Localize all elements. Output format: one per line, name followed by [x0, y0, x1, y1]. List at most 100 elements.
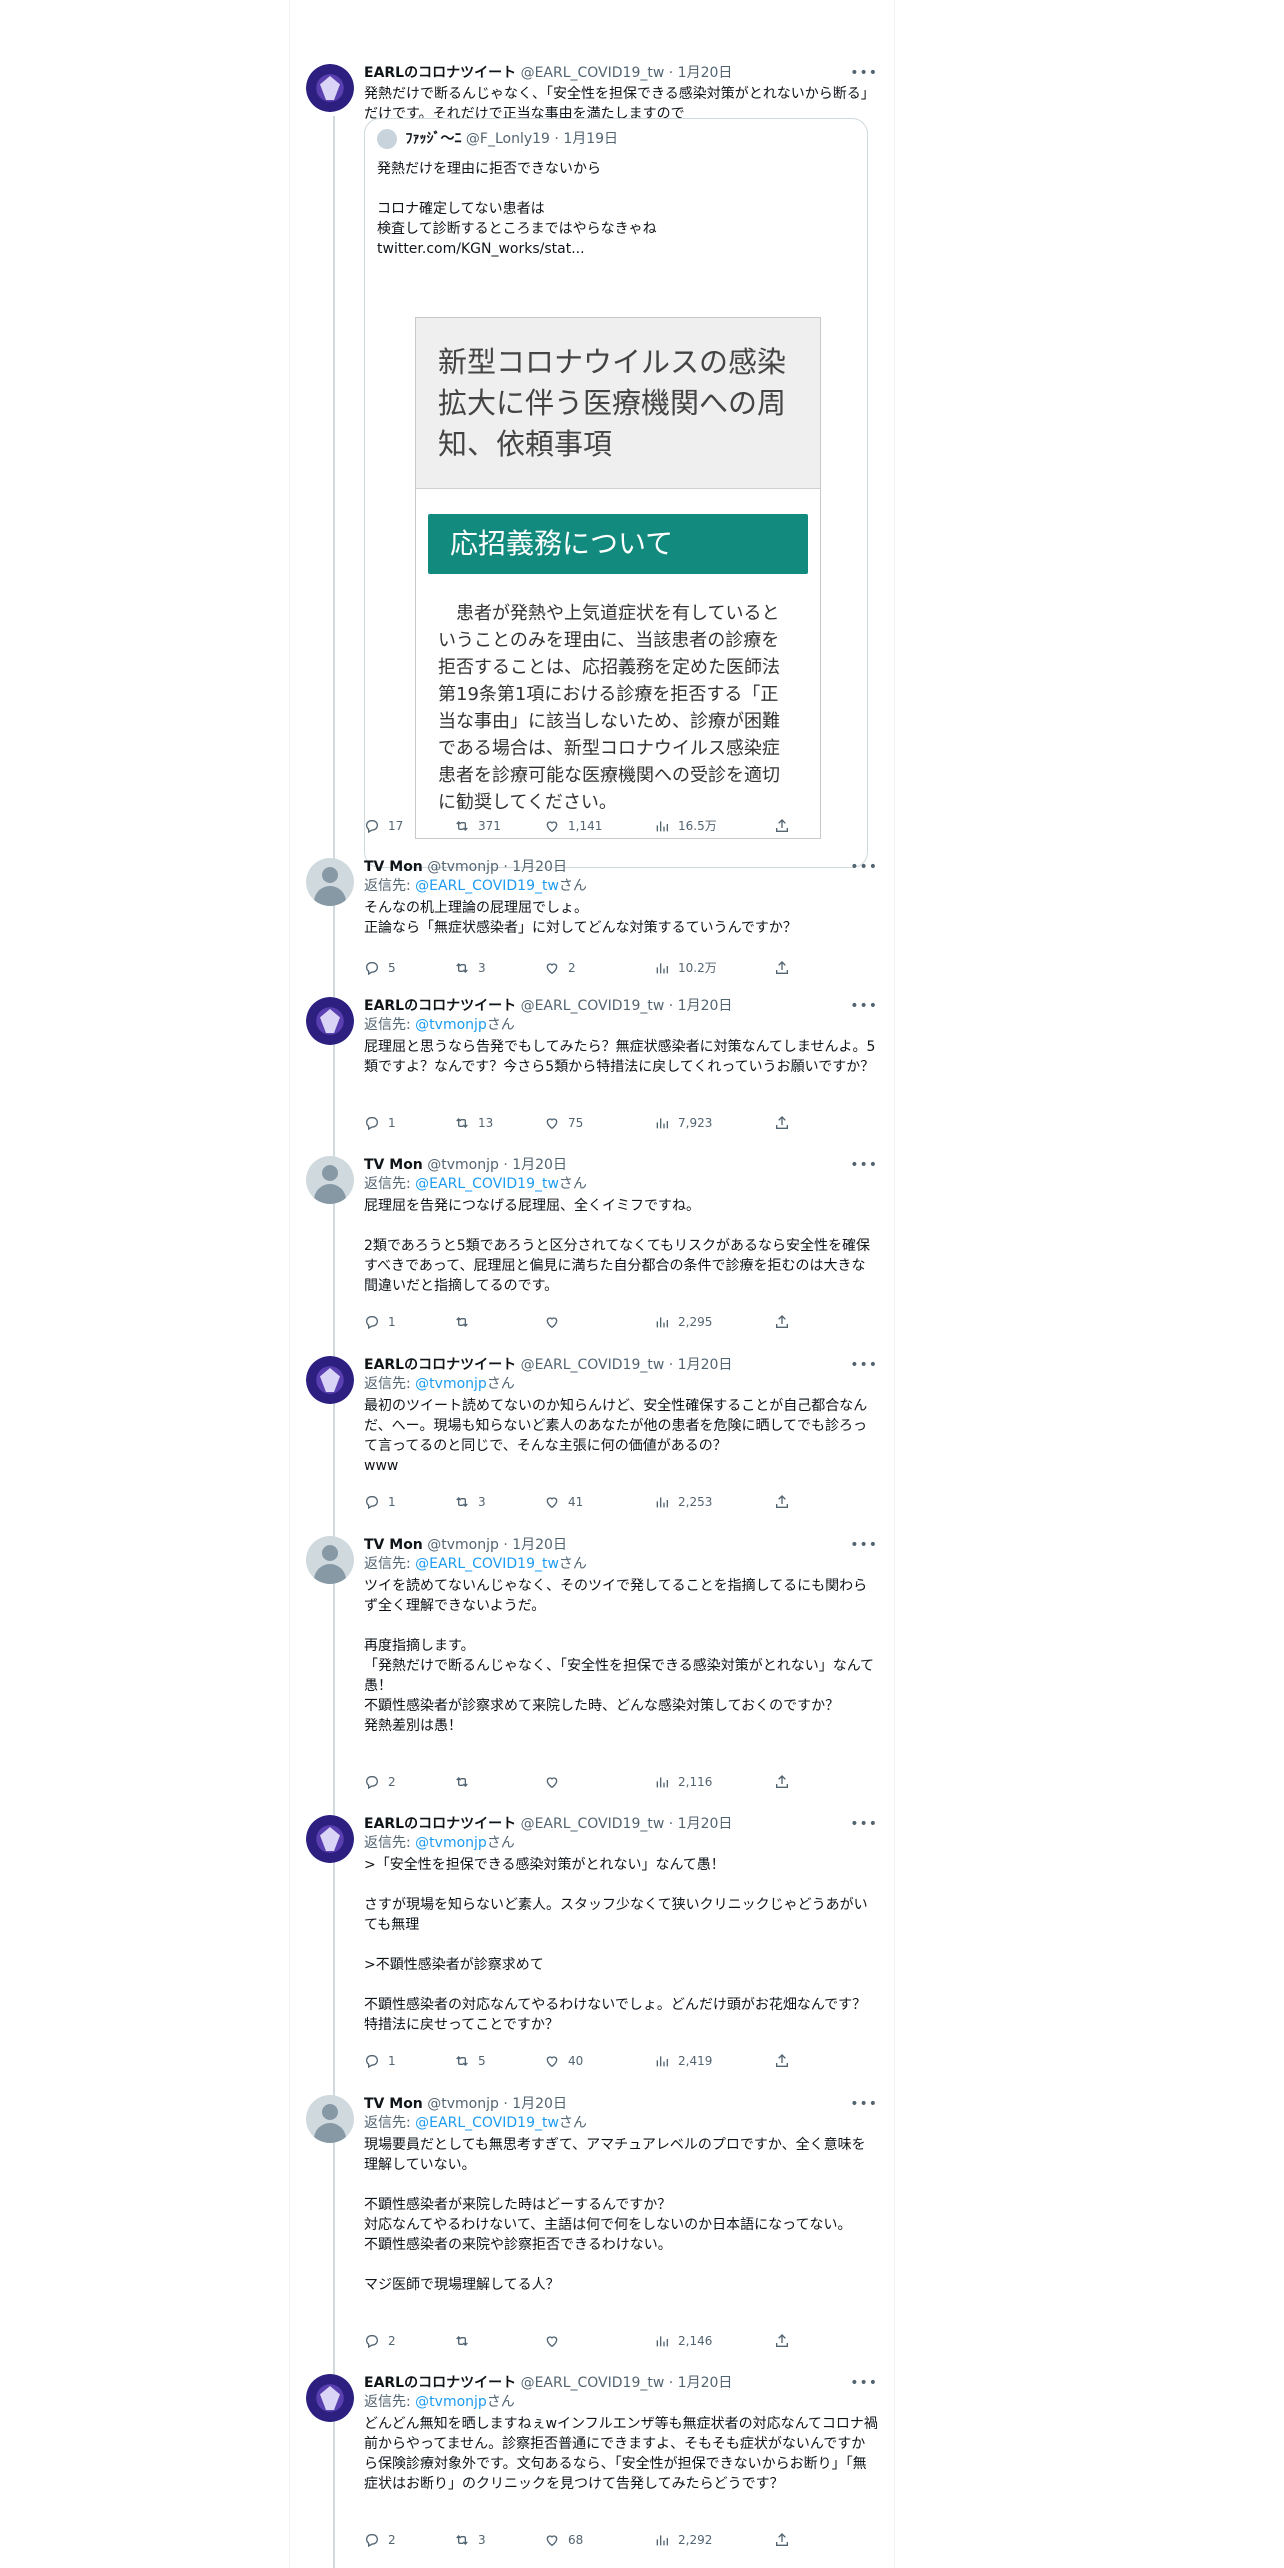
like-button[interactable]: 75 — [544, 1113, 583, 1133]
reply-button[interactable]: 5 — [364, 958, 396, 978]
like-button[interactable] — [544, 1772, 568, 1792]
handle[interactable]: @tvmonjp — [427, 2096, 499, 2112]
more-icon[interactable]: ••• — [850, 997, 878, 1015]
reply-button[interactable]: 1 — [364, 1312, 396, 1332]
more-icon[interactable]: ••• — [850, 64, 878, 82]
display-name[interactable]: EARLのコロナツイート — [364, 2375, 516, 2391]
tv-avatar[interactable] — [306, 2095, 354, 2143]
reply-mention[interactable]: @EARL_COVID19_tw — [415, 878, 559, 894]
reply-mention[interactable]: @tvmonjp — [415, 1017, 487, 1033]
like-button[interactable]: 1,141 — [544, 816, 602, 836]
quote-tweet[interactable]: ﾌｧｯｼﾞ～ﾆ @F_Lonly19 · 1月19日 発熱だけを理由に拒否できな… — [364, 118, 868, 868]
tweet[interactable]: EARLのコロナツイート @EARL_COVID19_tw · 1月20日 ••… — [290, 64, 894, 868]
timestamp[interactable]: 1月20日 — [512, 2096, 567, 2112]
share-button[interactable] — [774, 2051, 798, 2071]
share-button[interactable] — [774, 2331, 798, 2351]
handle[interactable]: @EARL_COVID19_tw — [521, 1816, 665, 1832]
reply-button[interactable]: 2 — [364, 2331, 396, 2351]
retweet-button[interactable]: 371 — [454, 816, 501, 836]
tv-avatar[interactable] — [306, 1156, 354, 1204]
tweet[interactable]: EARLのコロナツイート @EARL_COVID19_tw · 1月20日 ••… — [290, 997, 894, 1147]
earl-avatar[interactable] — [306, 64, 354, 112]
timestamp[interactable]: 1月20日 — [678, 998, 733, 1014]
retweet-button[interactable]: 5 — [454, 2051, 486, 2071]
share-button[interactable] — [774, 816, 798, 836]
retweet-button[interactable]: 13 — [454, 1113, 493, 1133]
reply-button[interactable]: 1 — [364, 1113, 396, 1133]
share-button[interactable] — [774, 958, 798, 978]
earl-avatar[interactable] — [306, 1356, 354, 1404]
earl-avatar[interactable] — [306, 2374, 354, 2422]
display-name[interactable]: TV Mon — [364, 1157, 423, 1173]
tweet[interactable]: EARLのコロナツイート @EARL_COVID19_tw · 1月20日 ••… — [290, 2374, 894, 2564]
tweet[interactable]: EARLのコロナツイート @EARL_COVID19_tw · 1月20日 ••… — [290, 1356, 894, 1526]
handle[interactable]: @EARL_COVID19_tw — [521, 998, 665, 1014]
reply-mention[interactable]: @tvmonjp — [415, 1835, 487, 1851]
attached-image[interactable]: 新型コロナウイルスの感染拡大に伴う医療機関への周知、依頼事項 応招義務について … — [415, 317, 821, 839]
like-button[interactable]: 68 — [544, 2530, 583, 2550]
share-button[interactable] — [774, 1113, 798, 1133]
views-button[interactable]: 2,253 — [654, 1492, 712, 1512]
more-icon[interactable]: ••• — [850, 1815, 878, 1833]
views-button[interactable]: 2,146 — [654, 2331, 712, 2351]
like-button[interactable] — [544, 2331, 568, 2351]
tv-avatar[interactable] — [306, 858, 354, 906]
timestamp[interactable]: 1月20日 — [678, 1357, 733, 1373]
like-button[interactable]: 41 — [544, 1492, 583, 1512]
reply-mention[interactable]: @tvmonjp — [415, 1376, 487, 1392]
handle[interactable]: @tvmonjp — [427, 1157, 499, 1173]
timestamp[interactable]: 1月20日 — [678, 1816, 733, 1832]
handle[interactable]: @tvmonjp — [427, 1537, 499, 1553]
timestamp[interactable]: 1月20日 — [512, 1157, 567, 1173]
display-name[interactable]: EARLのコロナツイート — [364, 998, 516, 1014]
tweet[interactable]: EARLのコロナツイート @EARL_COVID19_tw · 1月20日 ••… — [290, 1815, 894, 2075]
retweet-button[interactable]: 3 — [454, 958, 486, 978]
views-button[interactable]: 2,295 — [654, 1312, 712, 1332]
timestamp[interactable]: 1月20日 — [512, 859, 567, 875]
retweet-button[interactable]: 3 — [454, 1492, 486, 1512]
retweet-button[interactable] — [454, 2331, 478, 2351]
tv-avatar[interactable] — [306, 1536, 354, 1584]
views-button[interactable]: 2,292 — [654, 2530, 712, 2550]
reply-button[interactable]: 1 — [364, 1492, 396, 1512]
display-name[interactable]: EARLのコロナツイート — [364, 65, 516, 81]
reply-button[interactable]: 17 — [364, 816, 403, 836]
views-button[interactable]: 16.5万 — [654, 816, 717, 836]
like-button[interactable]: 40 — [544, 2051, 583, 2071]
reply-mention[interactable]: @EARL_COVID19_tw — [415, 2115, 559, 2131]
like-button[interactable] — [544, 1312, 568, 1332]
display-name[interactable]: TV Mon — [364, 859, 423, 875]
handle[interactable]: @EARL_COVID19_tw — [521, 2375, 665, 2391]
views-button[interactable]: 2,419 — [654, 2051, 712, 2071]
more-icon[interactable]: ••• — [850, 1356, 878, 1374]
retweet-button[interactable] — [454, 1772, 478, 1792]
retweet-button[interactable] — [454, 1312, 478, 1332]
timestamp[interactable]: 1月20日 — [678, 65, 733, 81]
earl-avatar[interactable] — [306, 997, 354, 1045]
timestamp[interactable]: 1月20日 — [512, 1537, 567, 1553]
retweet-button[interactable]: 3 — [454, 2530, 486, 2550]
more-icon[interactable]: ••• — [850, 2374, 878, 2392]
tweet[interactable]: TV Mon @tvmonjp · 1月20日 ••• 返信先: @EARL_C… — [290, 1156, 894, 1336]
more-icon[interactable]: ••• — [850, 1156, 878, 1174]
views-button[interactable]: 7,923 — [654, 1113, 712, 1133]
reply-button[interactable]: 2 — [364, 2530, 396, 2550]
tweet[interactable]: TV Mon @tvmonjp · 1月20日 ••• 返信先: @EARL_C… — [290, 1536, 894, 1796]
earl-avatar[interactable] — [306, 1815, 354, 1863]
share-button[interactable] — [774, 1312, 798, 1332]
share-button[interactable] — [774, 1772, 798, 1792]
views-button[interactable]: 10.2万 — [654, 958, 717, 978]
reply-button[interactable]: 2 — [364, 1772, 396, 1792]
reply-mention[interactable]: @EARL_COVID19_tw — [415, 1556, 559, 1572]
more-icon[interactable]: ••• — [850, 2095, 878, 2113]
display-name[interactable]: EARLのコロナツイート — [364, 1357, 516, 1373]
tweet[interactable]: TV Mon @tvmonjp · 1月20日 ••• 返信先: @EARL_C… — [290, 2095, 894, 2355]
like-button[interactable]: 2 — [544, 958, 576, 978]
tweet[interactable]: TV Mon @tvmonjp · 1月20日 ••• 返信先: @EARL_C… — [290, 858, 894, 988]
handle[interactable]: @EARL_COVID19_tw — [521, 1357, 665, 1373]
timestamp[interactable]: 1月20日 — [678, 2375, 733, 2391]
display-name[interactable]: TV Mon — [364, 1537, 423, 1553]
more-icon[interactable]: ••• — [850, 1536, 878, 1554]
views-button[interactable]: 2,116 — [654, 1772, 712, 1792]
display-name[interactable]: EARLのコロナツイート — [364, 1816, 516, 1832]
